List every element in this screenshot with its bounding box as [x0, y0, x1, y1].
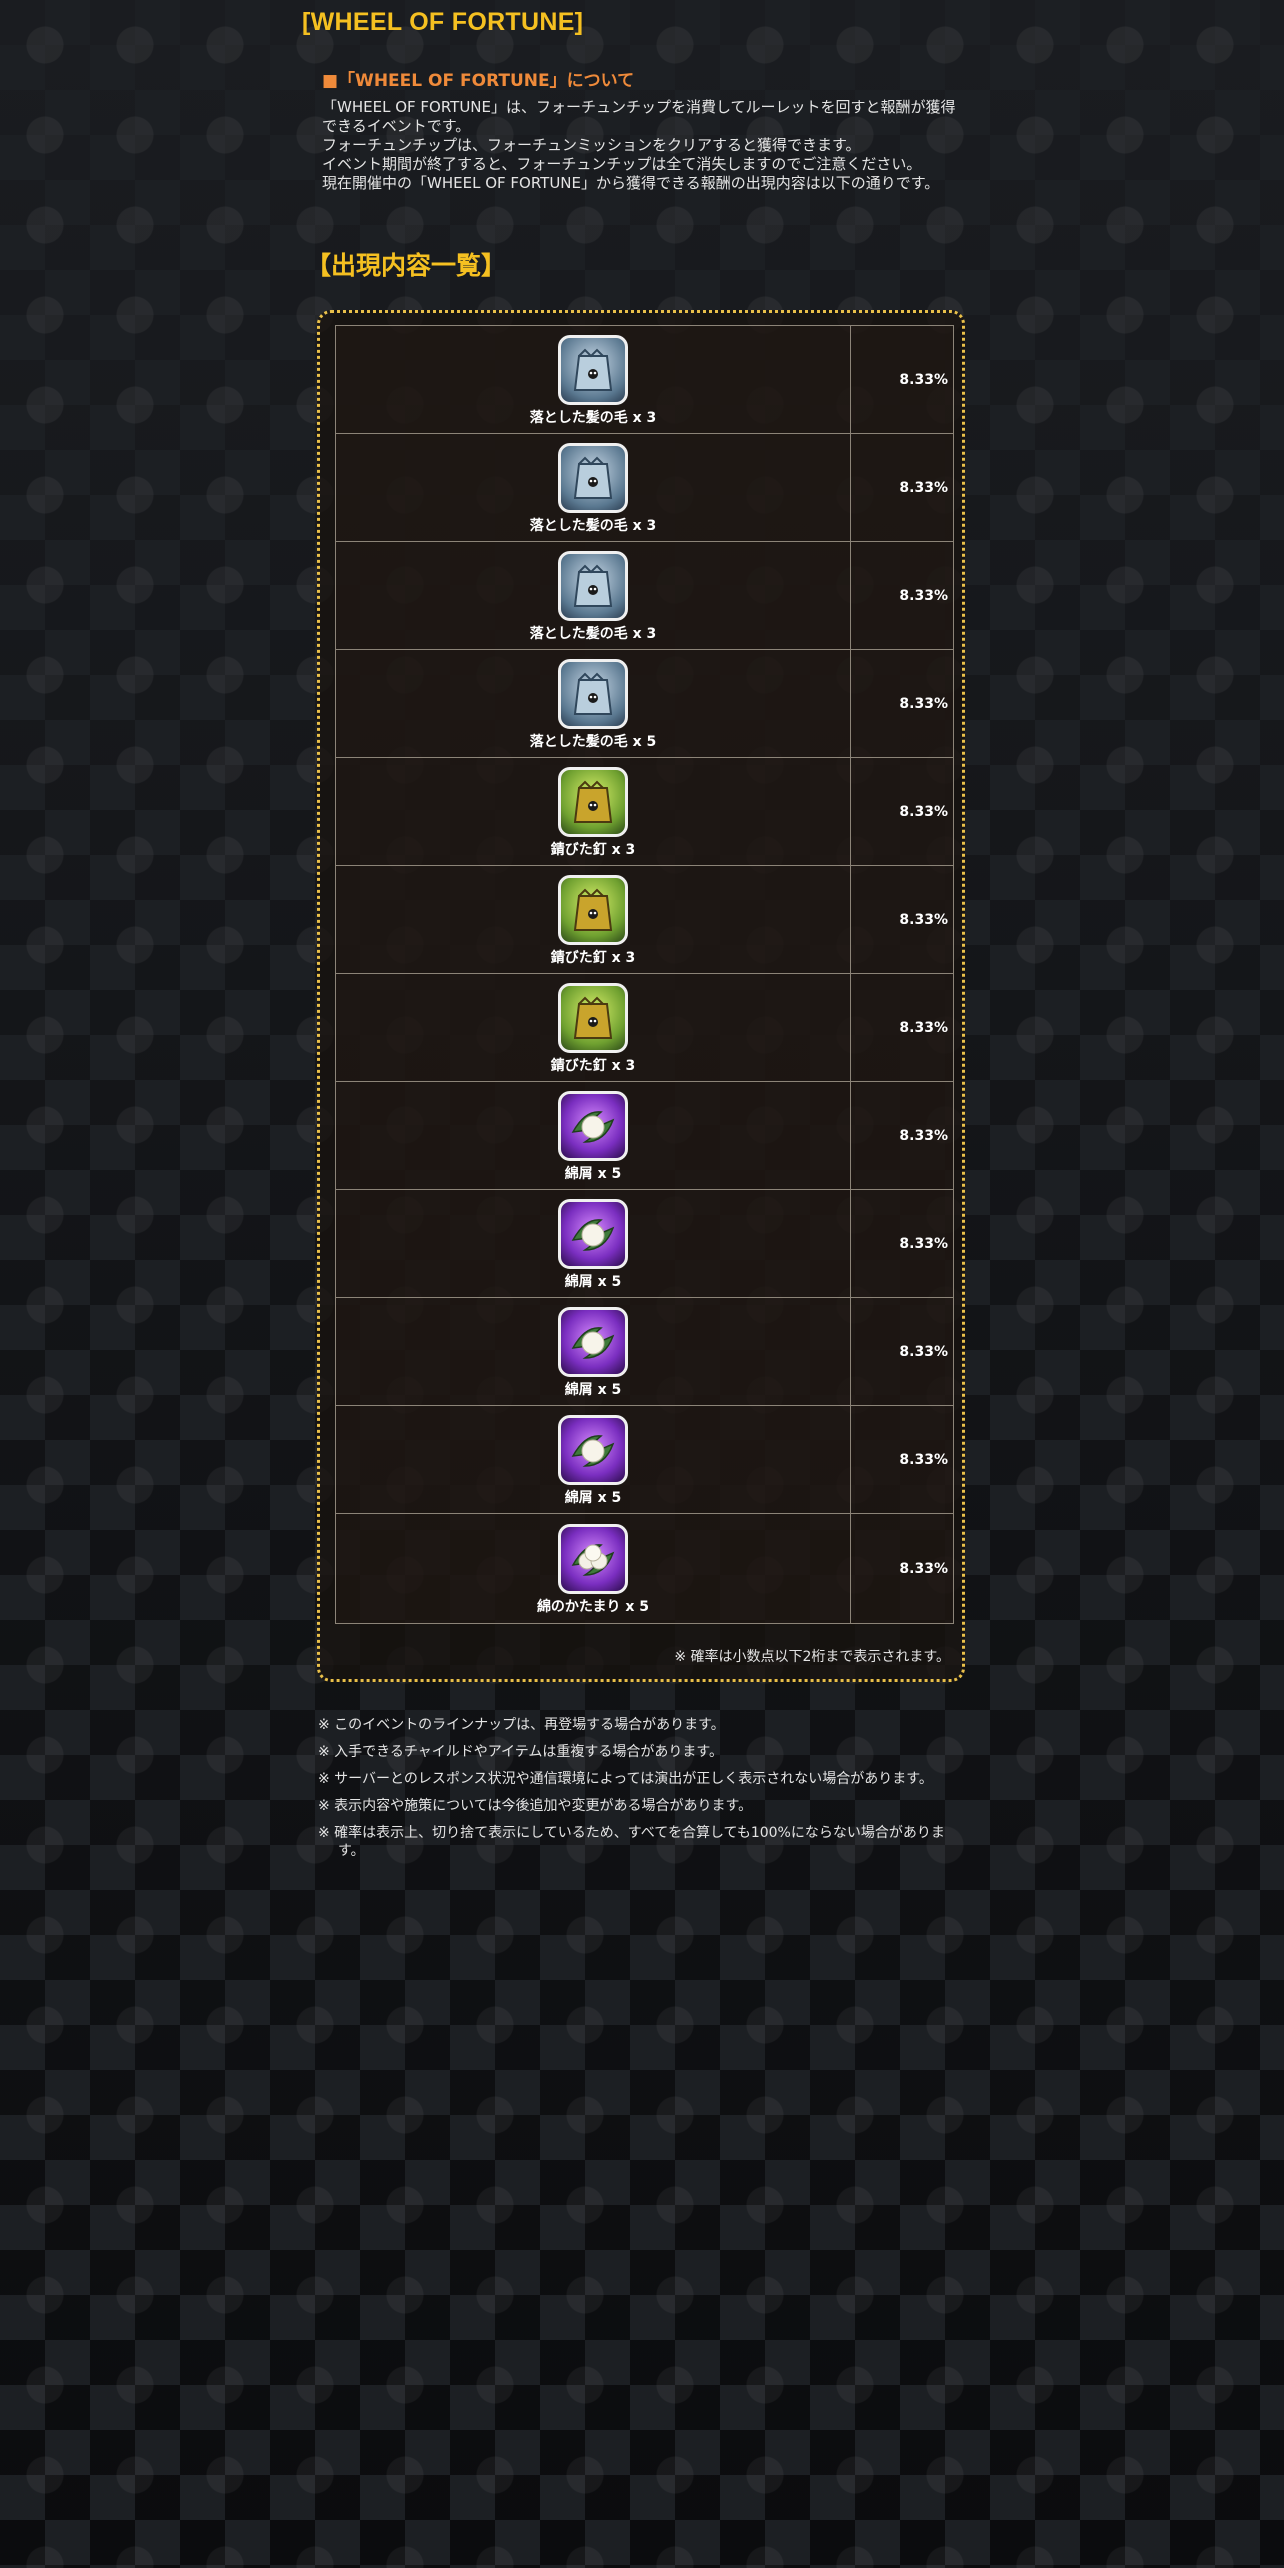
lineup-row: 落とした髪の毛 x 3 8.33%	[336, 434, 953, 542]
item-rate: 8.33%	[899, 1127, 948, 1144]
item-cell: 綿のかたまり x 5	[336, 1514, 851, 1623]
item-rate: 8.33%	[899, 803, 948, 820]
item-rate: 8.33%	[899, 1560, 948, 1577]
item-name: 綿屑 x 5	[564, 1381, 622, 1398]
about-line: 「WHEEL OF FORTUNE」は、フォーチュンチップを消費してルーレットを…	[322, 98, 956, 135]
item-rate: 8.33%	[899, 371, 948, 388]
lineup-row: 綿のかたまり x 5 8.33%	[336, 1514, 953, 1623]
about-line: フォーチュンチップは、フォーチュンミッションをクリアすると獲得できます。	[322, 136, 861, 154]
rusty-nail-bag-icon	[558, 982, 628, 1053]
item-name: 綿のかたまり x 5	[536, 1598, 650, 1615]
item-name: 錆びた釘 x 3	[550, 1057, 636, 1074]
item-cell: 落とした髪の毛 x 3	[336, 326, 851, 433]
item-name: 錆びた釘 x 3	[550, 949, 636, 966]
item-name: 落とした髪の毛 x 3	[529, 517, 657, 534]
cotton-clump-icon	[558, 1523, 628, 1594]
lineup-row: 錆びた釘 x 3 8.33%	[336, 866, 953, 974]
about-description: 「WHEEL OF FORTUNE」は、フォーチュンチップを消費してルーレットを…	[322, 98, 962, 193]
hair-bag-icon	[558, 334, 628, 405]
notes-list: ※ このイベントのラインナップは、再登場する場合があります。 ※ 入手できるチャ…	[318, 1716, 958, 1869]
lineup-row: 綿屑 x 5 8.33%	[336, 1406, 953, 1514]
page-title: [WHEEL OF FORTUNE]	[302, 8, 584, 36]
item-rate: 8.33%	[899, 479, 948, 496]
item-name: 綿屑 x 5	[564, 1489, 622, 1506]
note-item: ※ 入手できるチャイルドやアイテムは重複する場合があります。	[318, 1744, 723, 1760]
item-rate: 8.33%	[899, 587, 948, 604]
item-rate: 8.33%	[899, 1451, 948, 1468]
lineup-row: 落とした髪の毛 x 3 8.33%	[336, 326, 953, 434]
lineup-table: 落とした髪の毛 x 3 8.33% 落とした髪の毛 x 3 8.33% 落とした髪の毛 …	[335, 325, 954, 1624]
item-name: 綿屑 x 5	[564, 1165, 622, 1182]
rusty-nail-bag-icon	[558, 874, 628, 945]
item-cell: 錆びた釘 x 3	[336, 974, 851, 1081]
item-cell: 綿屑 x 5	[336, 1082, 851, 1189]
cotton-lint-icon	[558, 1306, 628, 1377]
about-heading: ■「WHEEL OF FORTUNE」について	[322, 71, 635, 91]
lineup-row: 錆びた釘 x 3 8.33%	[336, 974, 953, 1082]
cotton-lint-icon	[558, 1090, 628, 1161]
lineup-panel: 落とした髪の毛 x 3 8.33% 落とした髪の毛 x 3 8.33% 落とした髪の毛 …	[317, 310, 965, 1682]
item-name: 綿屑 x 5	[564, 1273, 622, 1290]
item-cell: 錆びた釘 x 3	[336, 866, 851, 973]
item-name: 錆びた釘 x 3	[550, 841, 636, 858]
lineup-row: 綿屑 x 5 8.33%	[336, 1298, 953, 1406]
page: [WHEEL OF FORTUNE] ■「WHEEL OF FORTUNE」につ…	[0, 0, 1284, 2568]
lineup-row: 綿屑 x 5 8.33%	[336, 1190, 953, 1298]
item-rate: 8.33%	[899, 1235, 948, 1252]
lineup-heading: 【出現内容一覧】	[306, 251, 507, 280]
item-cell: 落とした髪の毛 x 3	[336, 434, 851, 541]
note-item: ※ 確率は表示上、切り捨て表示にしているため、すべてを合算しても100%にならな…	[318, 1825, 945, 1859]
about-line: イベント期間が終了すると、フォーチュンチップは全て消失しますのでご注意ください。	[322, 155, 922, 173]
item-name: 落とした髪の毛 x 3	[529, 625, 657, 642]
item-name: 落とした髪の毛 x 3	[529, 409, 657, 426]
item-name: 落とした髪の毛 x 5	[529, 733, 657, 750]
item-cell: 錆びた釘 x 3	[336, 758, 851, 865]
lineup-row: 綿屑 x 5 8.33%	[336, 1082, 953, 1190]
lineup-row: 錆びた釘 x 3 8.33%	[336, 758, 953, 866]
lineup-row: 落とした髪の毛 x 3 8.33%	[336, 542, 953, 650]
rusty-nail-bag-icon	[558, 766, 628, 837]
note-item: ※ このイベントのラインナップは、再登場する場合があります。	[318, 1717, 725, 1733]
hair-bag-icon	[558, 550, 628, 621]
item-rate: 8.33%	[899, 911, 948, 928]
item-rate: 8.33%	[899, 695, 948, 712]
cotton-lint-icon	[558, 1198, 628, 1269]
item-rate: 8.33%	[899, 1343, 948, 1360]
lineup-row: 落とした髪の毛 x 5 8.33%	[336, 650, 953, 758]
note-item: ※ サーバーとのレスポンス状況や通信環境によっては演出が正しく表示されない場合が…	[318, 1771, 933, 1787]
item-cell: 落とした髪の毛 x 5	[336, 650, 851, 757]
item-cell: 綿屑 x 5	[336, 1298, 851, 1405]
about-line: 現在開催中の「WHEEL OF FORTUNE」から獲得できる報酬の出現内容は以…	[322, 174, 940, 192]
cotton-lint-icon	[558, 1414, 628, 1485]
hair-bag-icon	[558, 442, 628, 513]
note-item: ※ 表示内容や施策については今後追加や変更がある場合があります。	[318, 1798, 753, 1814]
hair-bag-icon	[558, 658, 628, 729]
item-cell: 落とした髪の毛 x 3	[336, 542, 851, 649]
item-cell: 綿屑 x 5	[336, 1406, 851, 1513]
rate-note: ※ 確率は小数点以下2桁まで表示されます。	[674, 1649, 950, 1665]
item-rate: 8.33%	[899, 1019, 948, 1036]
item-cell: 綿屑 x 5	[336, 1190, 851, 1297]
